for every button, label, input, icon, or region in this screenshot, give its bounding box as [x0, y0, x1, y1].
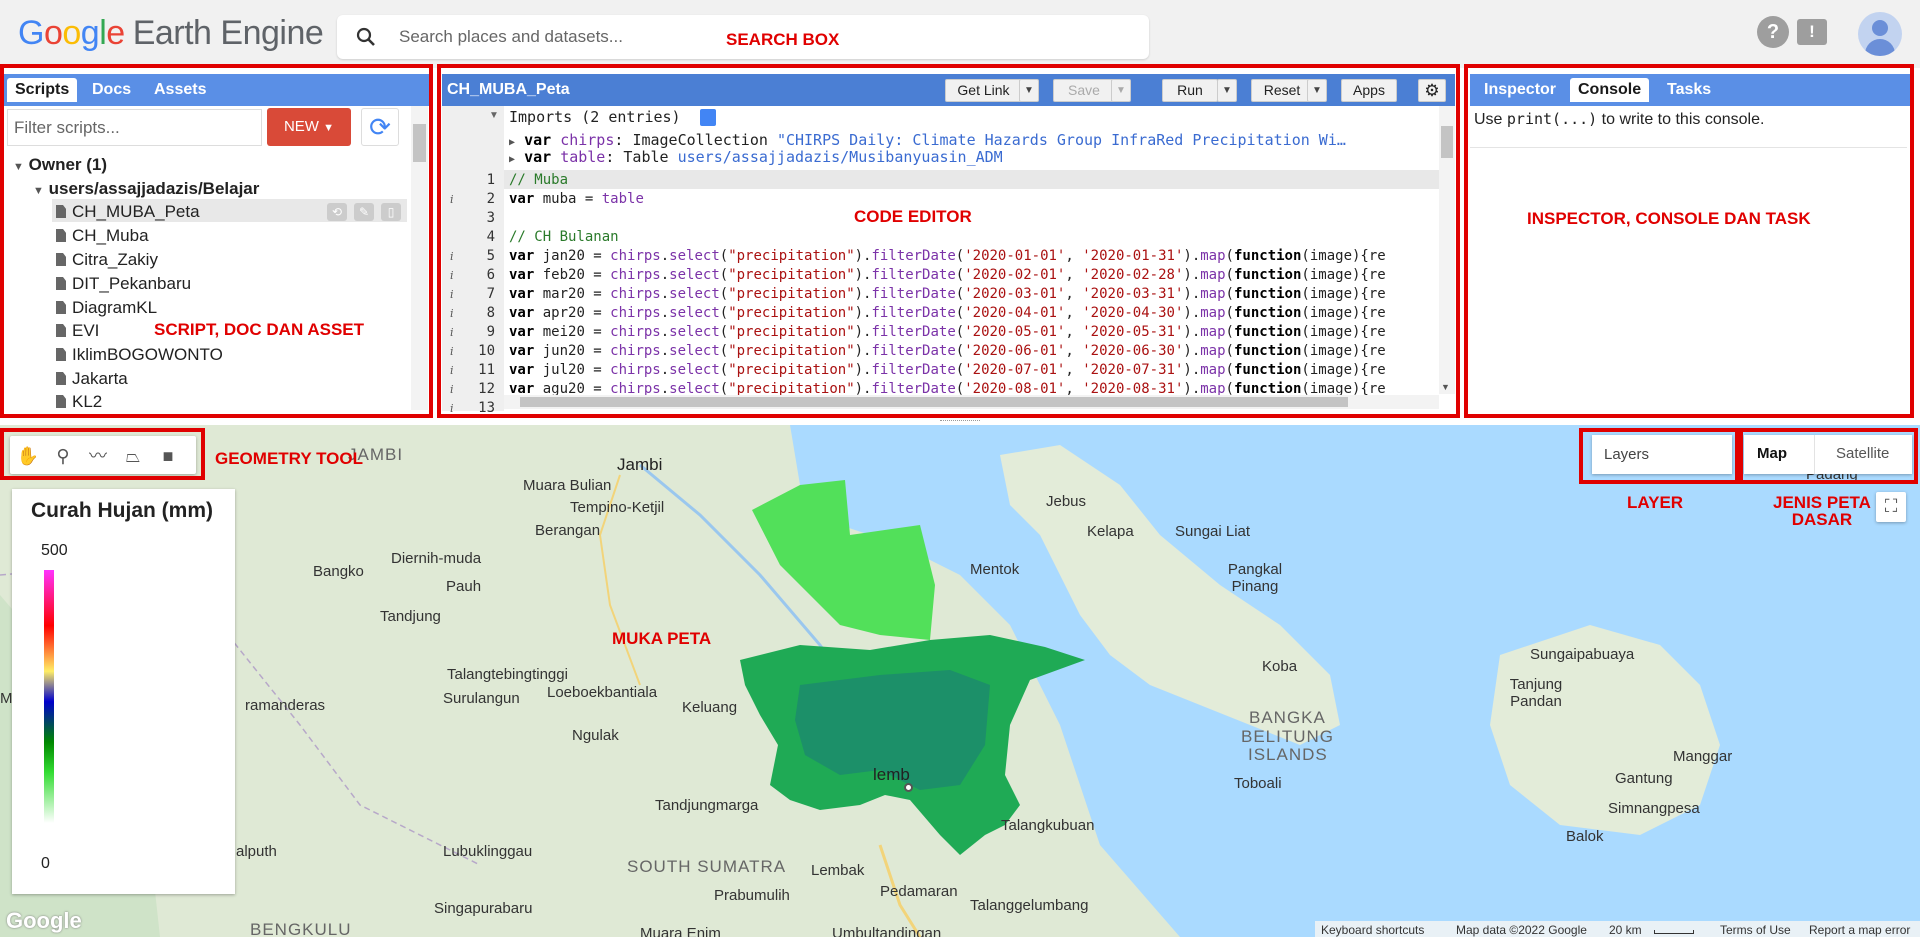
keyboard-shortcuts-link[interactable]: Keyboard shortcuts [1321, 923, 1424, 937]
map-label: Simnangpesa [1608, 800, 1700, 817]
map-label: Pauh [446, 578, 482, 595]
scale-text: 20 km [1609, 923, 1642, 937]
annotation-label-inspector: INSPECTOR, CONSOLE DAN TASK [1527, 209, 1811, 228]
map-label: Bangko [313, 563, 364, 580]
map-label: Tandjung [380, 608, 441, 625]
feedback-icon[interactable]: ! [1797, 19, 1827, 45]
annotation-box-inspector [1464, 64, 1914, 418]
annotation-box-scripts [0, 64, 433, 418]
map-label: Muara Enim [640, 925, 721, 937]
legend-colorbar [44, 570, 54, 823]
map-label: alputh [236, 843, 277, 860]
annotation-box-geometry [0, 428, 205, 480]
terms-link[interactable]: Terms of Use [1720, 923, 1791, 937]
annotation-label-geometry: GEOMETRY TOOL [215, 449, 363, 468]
map-label: Tempino-Ketjil [570, 499, 665, 516]
map-label: Jebus [1046, 493, 1087, 510]
annotation-label-layer: LAYER [1627, 493, 1684, 512]
map-label: ISLANDS [1248, 745, 1328, 764]
annotation-label-editor: CODE EDITOR [854, 207, 972, 226]
annotation-label-basemap: JENIS PETA DASAR [1773, 493, 1871, 530]
map-label: Loeboekbantiala [547, 684, 658, 701]
map-label: Ngulak [572, 727, 619, 744]
annotation-box-basemap [1739, 428, 1918, 484]
map-label: Lubuklinggau [443, 843, 533, 860]
map-label: Pangkal Pinang [1227, 561, 1283, 595]
fullscreen-icon[interactable]: ⛶ [1876, 492, 1906, 522]
top-bar: GoogleEarth Engine ? ! [0, 0, 1920, 68]
map-label: Koba [1262, 658, 1298, 675]
map-label: Toboali [1234, 775, 1282, 792]
legend-panel: Curah Hujan (mm) 500 0 [12, 489, 235, 894]
google-watermark: Google [6, 908, 82, 933]
user-icon-head [1872, 20, 1888, 36]
map-label: Sungaipabuaya [1530, 646, 1635, 663]
search-input[interactable] [399, 25, 959, 49]
map-label: Tandjungmarga [655, 797, 759, 814]
annotation-box-layers [1579, 428, 1739, 484]
map-label: Manggar [1673, 748, 1733, 765]
map-label: ramanderas [245, 697, 326, 714]
legend-min: 0 [41, 855, 50, 872]
map-label: BELITUNG [1241, 727, 1335, 746]
earth-engine-logo[interactable]: Google Earth Engine [18, 14, 324, 53]
map-label: Mentok [970, 561, 1020, 578]
user-icon-body [1865, 39, 1895, 56]
report-error-link[interactable]: Report a map error [1809, 923, 1910, 937]
legend-title: Curah Hujan (mm) [31, 499, 214, 522]
map-label: Jambi [617, 455, 663, 474]
map-label: Singapurabaru [434, 900, 533, 917]
map-label: SOUTH SUMATRA [627, 857, 787, 876]
map-data-text: Map data ©2022 Google [1456, 923, 1587, 937]
map-label: lemb [873, 765, 910, 784]
map-label: Pedamaran [880, 883, 958, 900]
city-marker [904, 783, 913, 792]
map-label: Kelapa [1087, 523, 1134, 540]
help-icon[interactable]: ? [1757, 16, 1789, 48]
panel-resize-handle[interactable] [940, 420, 980, 423]
annotation-label-basemap-line2: DASAR [1791, 510, 1853, 529]
map-label: Prabumulih [714, 887, 790, 904]
search-icon [356, 27, 375, 46]
annotation-label-search: SEARCH BOX [726, 30, 840, 49]
map-label: Talanggelumbang [970, 897, 1089, 914]
annotation-label-map: MUKA PETA [612, 629, 712, 648]
map-label: Sungai Liat [1175, 523, 1251, 540]
map-label: Talangtebingtinggi [447, 666, 568, 683]
map-label: Diernih-muda [391, 550, 482, 567]
map-label: Umbultandingan [832, 925, 942, 937]
map-label: Lembak [811, 862, 865, 879]
map-footer: Keyboard shortcuts Map data ©2022 Google… [1315, 921, 1920, 937]
map-label: BANGKA [1249, 708, 1326, 727]
map-label: Balok [1566, 828, 1604, 845]
map-label: BENGKULU [250, 920, 352, 937]
map-label: Tanjung Pandan [1509, 676, 1563, 710]
scale-bar [1654, 930, 1694, 934]
map-label: Gantung [1615, 770, 1673, 787]
annotation-label-scripts: SCRIPT, DOC DAN ASSET [154, 320, 365, 339]
map-label: Talangkubuan [1001, 817, 1095, 834]
legend-max: 500 [41, 542, 68, 559]
map-label: Keluang [682, 699, 738, 716]
annotation-box-editor [437, 64, 1460, 418]
avatar[interactable] [1858, 12, 1902, 56]
map-label: Surulangun [443, 690, 520, 707]
map-label: Berangan [535, 522, 601, 539]
map-label: Muara Bulian [523, 477, 612, 494]
